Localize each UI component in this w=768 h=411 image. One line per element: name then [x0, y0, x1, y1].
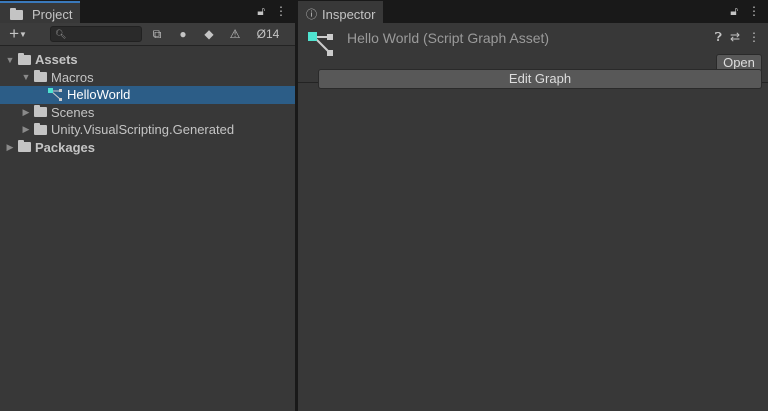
folder-icon	[34, 105, 47, 118]
folder-icon	[18, 140, 31, 153]
script-graph-icon	[48, 87, 62, 101]
inspector-panel: ⓘ Inspector 🔓︎ ⋮ Hello World (Script Grap…	[298, 0, 768, 411]
folder-open-icon	[34, 70, 47, 83]
expanded-arrow-icon[interactable]: ▼	[20, 72, 32, 82]
help-icon[interactable]: ❓︎	[715, 30, 722, 45]
lock-icon[interactable]: 🔓︎	[257, 4, 265, 19]
collapsed-arrow-icon[interactable]: ▶	[20, 124, 32, 135]
preset-settings-icon[interactable]: ⇄	[730, 30, 740, 45]
info-icon: ⓘ	[306, 9, 317, 21]
search-by-type-icon[interactable]: ⧉	[146, 24, 168, 44]
collapsed-arrow-icon[interactable]: ▶	[4, 142, 16, 153]
search-input[interactable]: 🔍︎	[50, 26, 142, 42]
folder-icon	[34, 122, 47, 135]
more-menu-icon[interactable]: ⋮	[748, 30, 760, 45]
tree-item-label: Unity.VisualScripting.Generated	[51, 122, 235, 138]
edit-graph-button[interactable]: Edit Graph	[318, 69, 762, 89]
expanded-arrow-icon[interactable]: ▼	[4, 55, 16, 65]
hidden-packages-toggle[interactable]: Ø 14	[250, 24, 286, 44]
search-icon: 🔍︎	[55, 29, 67, 39]
tree-item-label: HelloWorld	[67, 87, 131, 103]
tab-project[interactable]: Project	[0, 1, 81, 23]
create-button[interactable]: + ▼	[4, 24, 32, 44]
filter-by-type-icon[interactable]: ●	[172, 24, 194, 44]
tree-item[interactable]: ▶ Unity.VisualScripting.Generated	[0, 121, 295, 139]
warning-icon[interactable]: ⚠	[224, 24, 246, 44]
folder-open-icon	[18, 52, 31, 65]
folder-icon	[10, 8, 23, 20]
inspector-tabbar: ⓘ Inspector 🔓︎ ⋮	[298, 0, 768, 23]
hidden-count: 14	[265, 27, 280, 41]
project-tabbar: Project 🔓︎ ⋮	[0, 0, 295, 23]
tree-item[interactable]: HelloWorld	[0, 86, 295, 104]
tree-item-label: Macros	[51, 69, 94, 85]
collapsed-arrow-icon[interactable]: ▶	[20, 107, 32, 118]
project-toolbar: + ▼ 🔍︎ ⧉ ● ◆ ⚠ Ø 14	[0, 23, 295, 46]
project-tree: ▼ Assets ▼ Macros HelloWorld ▶ Scenes ▶ Unity.Vi…	[0, 46, 295, 156]
tree-item-label: Scenes	[51, 104, 95, 120]
eye-slash-icon: Ø	[256, 27, 266, 41]
project-panel: Project 🔓︎ ⋮ + ▼ 🔍︎ ⧉ ● ◆ ⚠ Ø 14 ▼ Assets ▼ Ma…	[0, 0, 295, 411]
more-menu-icon[interactable]: ⋮	[275, 4, 287, 19]
script-graph-icon	[308, 32, 333, 56]
tree-item[interactable]: ▶ Packages	[0, 139, 295, 157]
label-tag-icon[interactable]: ◆	[198, 24, 220, 44]
more-menu-icon[interactable]: ⋮	[748, 4, 760, 19]
tree-item[interactable]: ▶ Scenes	[0, 104, 295, 122]
tab-label: Inspector	[322, 6, 376, 22]
tab-inspector[interactable]: ⓘ Inspector	[298, 1, 384, 23]
tree-item[interactable]: ▼ Macros	[0, 69, 295, 87]
tree-item-label: Packages	[35, 139, 95, 155]
asset-title: Hello World (Script Graph Asset)	[347, 30, 550, 46]
tab-label: Project	[32, 6, 73, 22]
lock-icon[interactable]: 🔓︎	[730, 4, 738, 19]
tree-item[interactable]: ▼ Assets	[0, 51, 295, 69]
tree-item-label: Assets	[35, 52, 78, 68]
